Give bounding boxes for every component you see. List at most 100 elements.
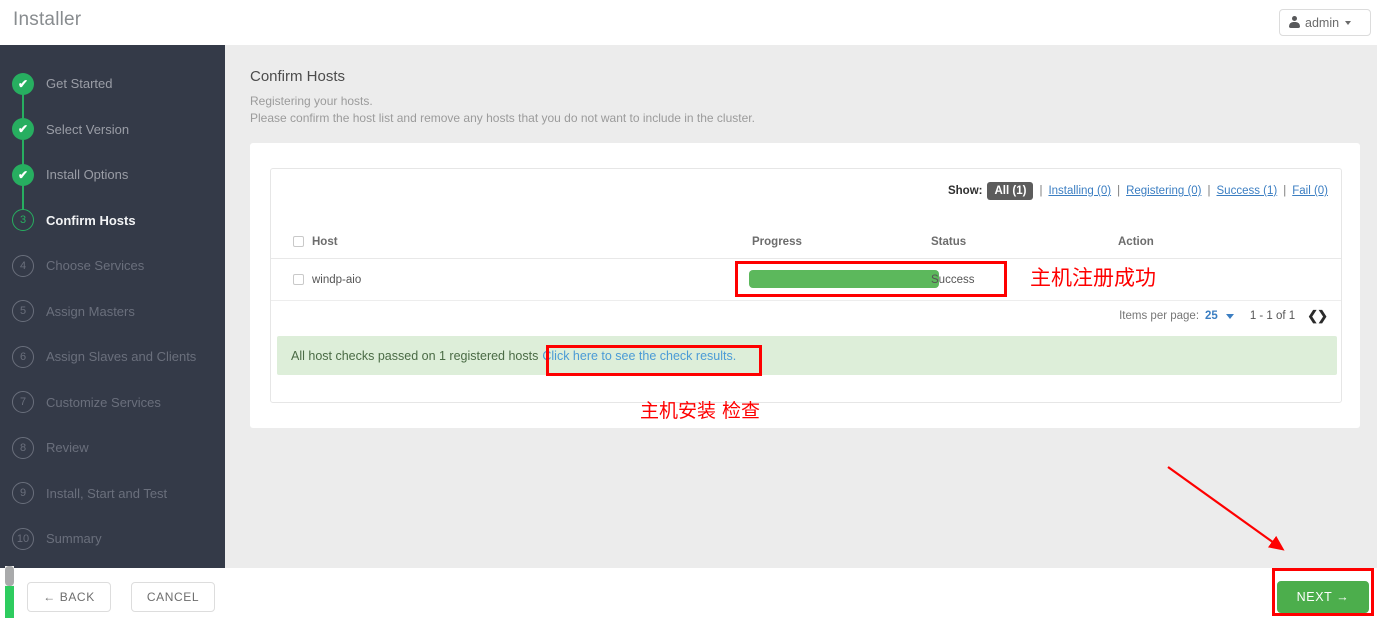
filter-installing[interactable]: Installing (0)	[1048, 185, 1111, 197]
installer-page: Installer admin ✔ Get Started ✔ Select Vers…	[0, 0, 1377, 618]
table-header-row: Host Progress Status Action	[271, 226, 1341, 259]
step-bullet: 5	[12, 300, 34, 323]
filter-registering[interactable]: Registering (0)	[1126, 185, 1201, 197]
step-label: Confirm Hosts	[46, 212, 136, 228]
annotation-host-install-check: 主机安装 检查	[640, 400, 761, 422]
row-select-checkbox[interactable]	[293, 274, 304, 285]
filter-success[interactable]: Success (1)	[1217, 185, 1278, 197]
sidebar-step-assign-slaves-and-clients[interactable]: 6 Assign Slaves and Clients	[0, 334, 225, 380]
step-bullet: 8	[12, 436, 34, 459]
step-label: Summary	[46, 531, 102, 547]
caret-down-icon	[1345, 20, 1352, 25]
host-checks-alert: All host checks passed on 1 registered h…	[277, 336, 1337, 375]
step-label: Assign Masters	[46, 303, 135, 319]
user-menu-label: admin	[1305, 15, 1340, 30]
filter-fail[interactable]: Fail (0)	[1292, 185, 1328, 197]
progress-bar	[749, 270, 939, 288]
select-all-checkbox[interactable]	[293, 236, 304, 247]
progress-bar-fill	[749, 270, 939, 288]
check-icon: ✔	[17, 76, 29, 91]
sidebar-step-assign-masters[interactable]: 5 Assign Masters	[0, 289, 225, 335]
step-label: Review	[46, 440, 89, 456]
check-icon: ✔	[17, 122, 29, 137]
annotation-register-success: 主机注册成功	[1030, 266, 1156, 290]
hosts-card: Show: All (1) | Installing (0) | Registe…	[250, 143, 1360, 428]
sidebar-step-install-start-and-test[interactable]: 9 Install, Start and Test	[0, 471, 225, 517]
items-per-page-label: Items per page:	[1119, 310, 1200, 322]
page-subtitle-line2: Please confirm the host list and remove …	[250, 111, 755, 125]
filter-separator: |	[1117, 185, 1121, 197]
pagination-range: 1 - 1 of 1	[1249, 310, 1296, 322]
back-button[interactable]: ← BACK	[27, 582, 111, 612]
cell-status: Success	[931, 274, 975, 286]
chevron-down-icon[interactable]	[1225, 313, 1234, 319]
step-bullet: 7	[12, 391, 34, 414]
sidebar-step-choose-services[interactable]: 4 Choose Services	[0, 243, 225, 289]
step-number: 8	[19, 441, 27, 454]
check-results-link[interactable]: Click here to see the check results.	[542, 349, 736, 363]
step-bullet: ✔	[12, 72, 34, 95]
filter-all[interactable]: All (1)	[987, 182, 1034, 200]
person-icon	[1289, 16, 1300, 29]
page-title: Confirm Hosts	[250, 68, 346, 85]
step-label: Select Version	[46, 121, 130, 137]
pagination-arrows[interactable]: ❮❯	[1307, 308, 1328, 324]
user-menu-button[interactable]: admin	[1279, 9, 1371, 36]
top-bar: Installer admin	[0, 0, 1377, 45]
page-scrollbar-progress	[5, 586, 14, 618]
column-header-status: Status	[931, 236, 967, 248]
items-per-page-value[interactable]: 25	[1205, 310, 1218, 322]
next-button[interactable]: NEXT →	[1277, 581, 1369, 613]
status-filter-row: Show: All (1) | Installing (0) | Registe…	[948, 182, 1328, 200]
column-header-progress: Progress	[752, 236, 802, 248]
page-subtitle-line1: Registering your hosts.	[250, 94, 373, 108]
step-bullet: ✔	[12, 163, 34, 186]
step-connector	[22, 185, 24, 210]
step-bullet: ✔	[12, 118, 34, 141]
sidebar-step-get-started[interactable]: ✔ Get Started	[0, 61, 225, 119]
sidebar-step-install-options[interactable]: ✔ Install Options	[0, 152, 225, 210]
step-bullet: 6	[12, 345, 34, 368]
sidebar-step-summary[interactable]: 10 Summary	[0, 516, 225, 562]
step-number: 9	[19, 487, 27, 500]
wizard-step-list: ✔ Get Started ✔ Select Version ✔ Install Opti…	[0, 45, 225, 568]
table-row: windp-aio Success	[271, 259, 1341, 301]
step-number: 7	[19, 396, 27, 409]
alert-message: All host checks passed on 1 registered h…	[291, 348, 539, 363]
sidebar-step-customize-services[interactable]: 7 Customize Services	[0, 380, 225, 426]
step-bullet: 4	[12, 254, 34, 277]
show-label: Show:	[947, 185, 983, 197]
step-label: Customize Services	[46, 394, 161, 410]
step-label: Install, Start and Test	[46, 485, 168, 501]
step-number: 3	[19, 214, 27, 227]
step-label: Get Started	[46, 76, 113, 92]
sidebar-step-select-version[interactable]: ✔ Select Version	[0, 107, 225, 165]
wizard-sidebar: ✔ Get Started ✔ Select Version ✔ Install Opti…	[0, 45, 225, 568]
cell-host: windp-aio	[312, 274, 362, 286]
step-number: 10	[16, 532, 30, 545]
step-number: 5	[19, 305, 27, 318]
step-label: Assign Slaves and Clients	[46, 349, 197, 365]
step-label: Choose Services	[46, 258, 145, 274]
step-number: 4	[19, 259, 27, 272]
cancel-button[interactable]: CANCEL	[131, 582, 215, 612]
step-label: Install Options	[46, 167, 129, 183]
step-number: 6	[19, 350, 27, 363]
main-content: Confirm Hosts Registering your hosts. Pl…	[225, 45, 1377, 568]
pagination-controls: Items per page: 25 1 - 1 of 1 ❮❯	[1119, 308, 1328, 324]
filter-separator: |	[1283, 185, 1287, 197]
sidebar-step-review[interactable]: 8 Review	[0, 425, 225, 471]
step-bullet: 9	[12, 482, 34, 505]
filter-separator: |	[1207, 185, 1211, 197]
app-title: Installer	[13, 9, 82, 30]
step-connector	[22, 94, 24, 119]
check-icon: ✔	[17, 167, 29, 182]
step-connector	[22, 139, 24, 165]
page-scrollbar-thumb[interactable]	[5, 566, 14, 586]
step-bullet: 10	[12, 527, 34, 550]
sidebar-step-confirm-hosts[interactable]: 3 Confirm Hosts	[0, 198, 225, 244]
filter-separator: |	[1039, 185, 1043, 197]
column-header-action: Action	[1118, 236, 1154, 248]
hosts-table-container: Show: All (1) | Installing (0) | Registe…	[270, 168, 1342, 403]
step-bullet: 3	[12, 209, 34, 232]
